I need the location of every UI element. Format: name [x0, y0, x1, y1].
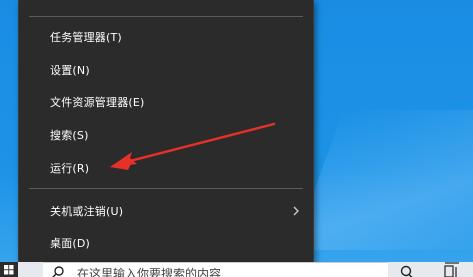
menu-item-label: 文件资源管理器(E)	[50, 96, 145, 109]
windows-logo-icon	[4, 265, 14, 275]
task-view-icon[interactable]	[437, 262, 467, 277]
menu-item-search[interactable]: 搜索(S)	[19, 120, 313, 150]
menu-separator	[29, 188, 303, 189]
menu-item-label: 搜索(S)	[50, 129, 89, 142]
menu-item-partial-top	[149, 0, 209, 2]
menu-item-run[interactable]: 运行(R)	[19, 153, 313, 183]
search-icon	[52, 266, 64, 277]
menu-item-label: 关机或注销(U)	[50, 205, 124, 218]
menu-item-label: 运行(R)	[50, 162, 90, 175]
taskbar-search-box[interactable]: 在这里输入你要搜索的内容	[43, 262, 388, 277]
taskbar-search-icon[interactable]	[392, 262, 420, 277]
wallpaper-light-streak	[292, 110, 473, 250]
winx-context-menu: 任务管理器(T) 设置(N) 文件资源管理器(E) 搜索(S) 运行(R) 关机…	[18, 0, 314, 263]
menu-item-label: 桌面(D)	[50, 237, 91, 250]
chevron-right-icon	[293, 206, 299, 216]
menu-item-task-manager[interactable]: 任务管理器(T)	[19, 22, 313, 52]
menu-item-shutdown-signout[interactable]: 关机或注销(U)	[19, 196, 313, 226]
menu-item-label: 任务管理器(T)	[50, 31, 122, 44]
menu-item-settings[interactable]: 设置(N)	[19, 55, 313, 85]
menu-item-label: 设置(N)	[50, 64, 90, 77]
menu-item-file-explorer[interactable]: 文件资源管理器(E)	[19, 87, 313, 117]
menu-item-desktop[interactable]: 桌面(D)	[19, 228, 313, 258]
search-placeholder: 在这里输入你要搜索的内容	[77, 267, 222, 277]
menu-separator-top	[29, 16, 303, 17]
